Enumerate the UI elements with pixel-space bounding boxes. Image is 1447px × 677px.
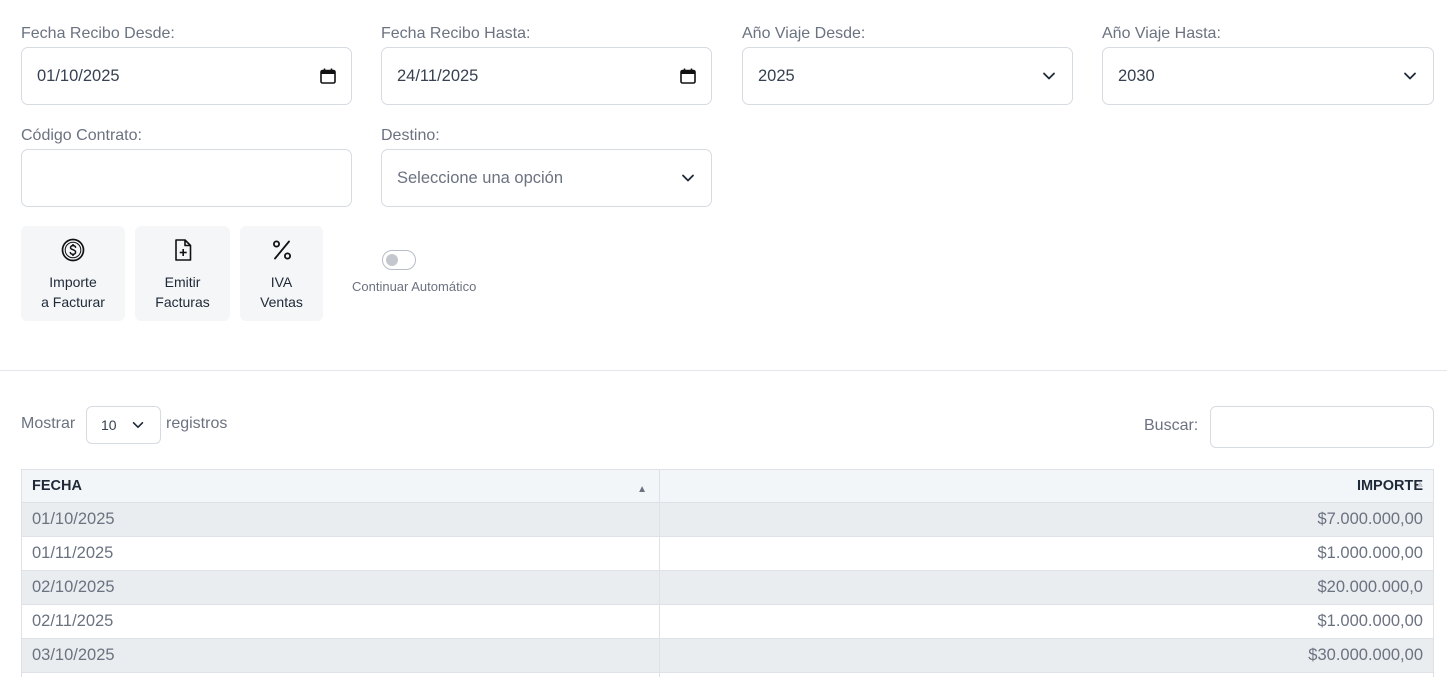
continuar-automatico-label: Continuar Automático <box>352 279 477 294</box>
cell-importe: $1.000.000,00 <box>659 604 1434 639</box>
importe-a-facturar-button[interactable]: Importe a Facturar <box>21 226 125 321</box>
cell-importe: $20.000.000,0 <box>659 570 1434 605</box>
emitir-facturas-label: Emitir Facturas <box>155 274 210 310</box>
fecha-recibo-hasta-value: 24/11/2025 <box>397 66 479 85</box>
file-plus-icon <box>174 239 191 261</box>
iva-ventas-label: IVA Ventas <box>260 274 303 310</box>
fecha-recibo-desde-input[interactable]: 01/10/2025 <box>21 47 352 105</box>
column-header-importe[interactable]: IMPORTE ▲ <box>659 469 1434 503</box>
destino-select[interactable]: Seleccione una opción <box>381 149 712 207</box>
toggle-knob <box>386 254 398 266</box>
table-header-row: FECHA ▲ IMPORTE ▲ <box>21 469 1434 503</box>
destino-label: Destino: <box>381 127 440 144</box>
fecha-recibo-hasta-input[interactable]: 24/11/2025 <box>381 47 712 105</box>
page-length-value: 10 <box>101 417 117 433</box>
cell-importe: $30.000.000,00 <box>659 638 1434 673</box>
table-row: 03/10/2025 $30.000.000,00 <box>21 638 1434 673</box>
fecha-recibo-desde-value: 01/10/2025 <box>37 66 120 85</box>
sort-asc-icon: ▲ <box>637 484 647 495</box>
cell-importe: $7.000.000,00 <box>659 502 1434 537</box>
chevron-down-icon <box>1404 72 1416 80</box>
anio-viaje-hasta-label: Año Viaje Hasta: <box>1102 25 1221 42</box>
search-input[interactable] <box>1210 406 1434 448</box>
chevron-down-icon <box>132 421 144 429</box>
chevron-down-icon <box>1043 72 1055 80</box>
importe-a-facturar-label: Importe a Facturar <box>41 274 105 310</box>
sort-neutral-icon: ▲ <box>1415 479 1425 490</box>
anio-viaje-desde-label: Año Viaje Desde: <box>742 25 866 42</box>
table-row <box>21 672 1434 677</box>
anio-viaje-desde-value: 2025 <box>758 66 795 85</box>
cell-fecha: 03/10/2025 <box>21 638 660 673</box>
table-row: 02/10/2025 $20.000.000,0 <box>21 570 1434 605</box>
anio-viaje-hasta-value: 2030 <box>1118 66 1155 85</box>
codigo-contrato-input[interactable] <box>21 149 352 207</box>
records-label: registros <box>166 415 228 432</box>
fecha-recibo-desde-label: Fecha Recibo Desde: <box>21 25 175 42</box>
fecha-recibo-hasta-label: Fecha Recibo Hasta: <box>381 25 531 42</box>
table-row: 01/11/2025 $1.000.000,00 <box>21 536 1434 571</box>
column-header-fecha[interactable]: FECHA ▲ <box>21 469 660 503</box>
billing-page: Fecha Recibo Desde: 01/10/2025 Fecha Rec… <box>0 0 1447 677</box>
cell-fecha: 01/10/2025 <box>21 502 660 537</box>
destino-placeholder: Seleccione una opción <box>397 168 564 187</box>
page-length-select[interactable]: 10 <box>86 406 161 444</box>
codigo-contrato-label: Código Contrato: <box>21 127 142 144</box>
invoices-table: FECHA ▲ IMPORTE ▲ 01/10/2025 $7.000.000,… <box>21 469 1434 677</box>
percent-icon <box>272 240 291 260</box>
section-divider <box>0 370 1447 371</box>
anio-viaje-hasta-select[interactable]: 2030 <box>1102 47 1434 105</box>
cell-importe <box>659 672 1434 677</box>
table-row: 02/11/2025 $1.000.000,00 <box>21 604 1434 639</box>
table-row: 01/10/2025 $7.000.000,00 <box>21 502 1434 537</box>
search-label: Buscar: <box>1144 417 1199 434</box>
cell-fecha: 02/10/2025 <box>21 570 660 605</box>
cell-fecha: 01/11/2025 <box>21 536 660 571</box>
continuar-automatico-toggle[interactable] <box>382 250 416 270</box>
chevron-down-icon <box>682 174 694 182</box>
dollar-circle-icon <box>61 238 85 262</box>
anio-viaje-desde-select[interactable]: 2025 <box>742 47 1073 105</box>
show-label: Mostrar <box>21 415 76 432</box>
emitir-facturas-button[interactable]: Emitir Facturas <box>135 226 230 321</box>
cell-fecha: 02/11/2025 <box>21 604 660 639</box>
calendar-icon[interactable] <box>319 67 337 85</box>
cell-fecha <box>21 672 660 677</box>
iva-ventas-button[interactable]: IVA Ventas <box>240 226 323 321</box>
calendar-icon[interactable] <box>679 67 697 85</box>
cell-importe: $1.000.000,00 <box>659 536 1434 571</box>
